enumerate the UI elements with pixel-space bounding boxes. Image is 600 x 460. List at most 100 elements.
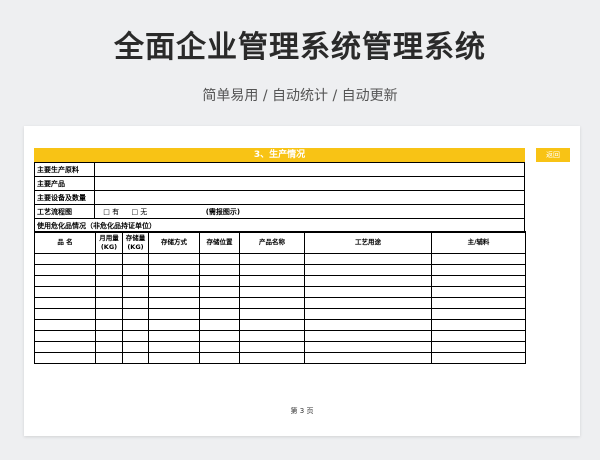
table-cell[interactable] (431, 330, 526, 342)
table-cell[interactable] (34, 308, 96, 320)
table-cell[interactable] (148, 330, 200, 342)
table-cell[interactable] (199, 275, 240, 287)
table-cell[interactable] (148, 297, 200, 309)
table-row (34, 253, 526, 265)
grid-header-0: 品 名 (34, 231, 96, 254)
table-cell[interactable] (95, 330, 123, 342)
table-cell[interactable] (122, 275, 149, 287)
table-cell[interactable] (199, 308, 240, 320)
table-cell[interactable] (239, 297, 305, 309)
raw-material-field[interactable] (94, 162, 525, 177)
table-cell[interactable] (95, 297, 123, 309)
table-cell[interactable] (122, 297, 149, 309)
table-cell[interactable] (431, 297, 526, 309)
table-cell[interactable] (122, 319, 149, 331)
table-row (34, 319, 526, 331)
table-cell[interactable] (148, 264, 200, 276)
table-cell[interactable] (148, 308, 200, 320)
table-cell[interactable] (431, 319, 526, 331)
table-cell[interactable] (148, 286, 200, 298)
table-cell[interactable] (431, 308, 526, 320)
table-cell[interactable] (239, 352, 305, 364)
table-cell[interactable] (148, 253, 200, 265)
table-cell[interactable] (34, 253, 96, 265)
table-cell[interactable] (431, 286, 526, 298)
table-cell[interactable] (304, 253, 432, 265)
row-main-product: 主要产品 (34, 176, 525, 191)
table-cell[interactable] (431, 352, 526, 364)
table-cell[interactable] (239, 264, 305, 276)
page-number: 第 3 页 (290, 407, 314, 415)
table-cell[interactable] (199, 253, 240, 265)
table-cell[interactable] (199, 352, 240, 364)
table-cell[interactable] (199, 341, 240, 353)
table-cell[interactable] (34, 341, 96, 353)
return-button[interactable]: 返回 (536, 148, 570, 162)
table-cell[interactable] (122, 264, 149, 276)
process-option-yes[interactable]: □ 有 (103, 206, 129, 218)
table-cell[interactable] (239, 319, 305, 331)
table-cell[interactable] (148, 275, 200, 287)
table-cell[interactable] (199, 319, 240, 331)
table-cell[interactable] (34, 352, 96, 364)
table-cell[interactable] (95, 319, 123, 331)
page-subtitle: 简单易用 / 自动统计 / 自动更新 (202, 88, 398, 104)
table-cell[interactable] (34, 297, 96, 309)
hazardous-grid: 品 名月用量 (KG) 存储量 (KG) 存储方式 存储位置 产品名称 工艺用途 主/辅料 (34, 231, 526, 364)
table-cell[interactable] (34, 319, 96, 331)
table-cell[interactable] (34, 330, 96, 342)
table-row (34, 264, 526, 276)
table-cell[interactable] (239, 330, 305, 342)
table-cell[interactable] (239, 275, 305, 287)
table-cell[interactable] (304, 264, 432, 276)
table-cell[interactable] (148, 352, 200, 364)
table-cell[interactable] (148, 319, 200, 331)
table-cell[interactable] (95, 275, 123, 287)
process-note: (需报图示) (205, 207, 241, 216)
row-main-equipment: 主要设备及数量 (34, 190, 525, 205)
table-cell[interactable] (199, 297, 240, 309)
table-cell[interactable] (431, 264, 526, 276)
table-cell[interactable] (239, 341, 305, 353)
table-cell[interactable] (122, 341, 149, 353)
main-equipment-field[interactable] (94, 190, 525, 205)
table-cell[interactable] (431, 341, 526, 353)
process-option-no[interactable]: □ 无 (131, 206, 203, 218)
table-cell[interactable] (95, 341, 123, 353)
table-cell[interactable] (431, 253, 526, 265)
table-cell[interactable] (122, 286, 149, 298)
table-cell[interactable] (122, 352, 149, 364)
grid-header-row: 品 名月用量 (KG) 存储量 (KG) 存储方式 存储位置 产品名称 工艺用途 主/辅料 (34, 231, 526, 254)
table-cell[interactable] (199, 286, 240, 298)
table-cell[interactable] (304, 308, 432, 320)
table-cell[interactable] (431, 275, 526, 287)
table-cell[interactable] (34, 286, 96, 298)
table-cell[interactable] (304, 286, 432, 298)
table-cell[interactable] (304, 319, 432, 331)
table-cell[interactable] (95, 352, 123, 364)
page-title: 全面企业管理系统管理系统 (114, 30, 486, 65)
table-cell[interactable] (95, 286, 123, 298)
table-cell[interactable] (34, 264, 96, 276)
table-cell[interactable] (239, 253, 305, 265)
table-row (34, 330, 526, 342)
table-cell[interactable] (304, 297, 432, 309)
table-cell[interactable] (304, 275, 432, 287)
table-cell[interactable] (34, 275, 96, 287)
table-cell[interactable] (239, 308, 305, 320)
table-cell[interactable] (148, 341, 200, 353)
table-cell[interactable] (122, 253, 149, 265)
table-cell[interactable] (304, 352, 432, 364)
table-cell[interactable] (95, 264, 123, 276)
table-cell[interactable] (122, 330, 149, 342)
table-cell[interactable] (199, 264, 240, 276)
table-cell[interactable] (95, 308, 123, 320)
main-product-field[interactable] (94, 176, 525, 191)
table-cell[interactable] (95, 253, 123, 265)
table-cell[interactable] (304, 341, 432, 353)
table-cell[interactable] (239, 286, 305, 298)
table-cell[interactable] (304, 330, 432, 342)
table-cell[interactable] (122, 308, 149, 320)
table-row (34, 352, 526, 364)
table-cell[interactable] (199, 330, 240, 342)
